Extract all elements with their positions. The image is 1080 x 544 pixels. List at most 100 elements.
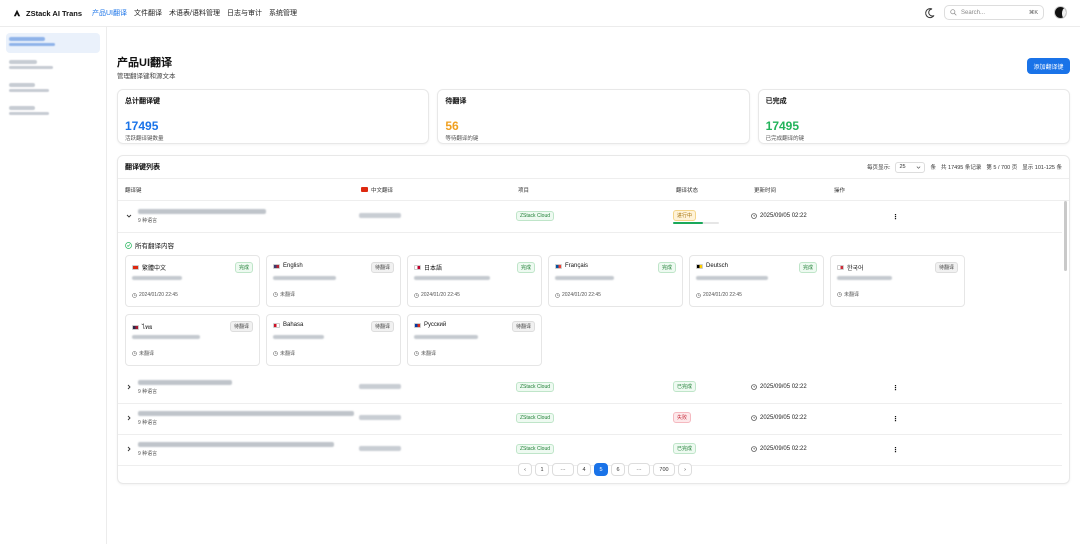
translation-meta: 未翻译 [280,351,296,357]
clock-icon [751,384,757,390]
sidebar-item-3[interactable] [6,79,100,99]
page-button[interactable]: 4 [577,463,591,476]
status-badge: 进行中 [673,210,697,221]
stat-desc: 已完成翻译的键 [765,136,805,142]
key-name [138,442,334,447]
flag-icon [273,322,280,328]
clock-icon [273,351,278,356]
more-actions-icon[interactable]: ⋮ [892,384,899,392]
translation-card[interactable]: Deutsch 完成 2024/01/20 22:45 [689,255,824,307]
per-page-select[interactable]: 25 [895,161,926,173]
language-name: Русский [424,322,447,328]
stat-card-pending: 待翻译 56 等待翻译的键 [437,89,750,144]
translation-text [696,276,768,280]
updated-time: 2025/09/05 02:22 [760,446,807,452]
chinese-text [359,384,401,389]
page-button[interactable]: 5 [594,463,608,476]
stat-card-done: 已完成 17495 已完成翻译的键 [757,89,1070,144]
nav-logs-audit[interactable]: 日志与审计 [227,8,262,18]
top-bar: ZStack AI Trans 产品UI翻译 文件翻译 术语表/语料管理 日志与… [0,0,1080,27]
search-shortcut: ⌘K [1028,9,1038,16]
nav-file-translation[interactable]: 文件翻译 [134,8,162,18]
table-row[interactable]: 9 种语言 ZStack Cloud 失败 2025/09/05 02:22 ⋮ [118,404,1062,435]
page-ellipsis: ··· [552,463,574,476]
translation-meta: 2024/01/20 22:45 [562,292,601,298]
brand[interactable]: ZStack AI Trans [13,9,82,18]
table-row[interactable]: 9 种语言 ZStack Cloud 已完成 2025/09/05 02:22 … [118,435,1062,466]
total-count: 共 17495 条记录 [941,165,982,171]
avatar[interactable] [1054,6,1067,19]
project-tag: ZStack Cloud [516,211,555,221]
table-row[interactable]: 9 种语言 ZStack Cloud 进行中 2025/09/05 02:22 … [118,202,1062,233]
search-input[interactable]: Search... ⌘K [944,5,1044,20]
language-name: English [283,263,303,269]
translation-card[interactable]: 日本語 完成 2024/01/20 22:45 [407,255,542,307]
prev-page-button[interactable]: ‹ [518,463,532,476]
clock-icon [751,446,757,452]
clock-icon [837,292,842,297]
chevron-right-icon[interactable] [126,415,132,421]
chevron-down-icon [917,165,921,169]
translation-card[interactable]: ไทย 待翻译 未翻译 [125,314,260,366]
table-row[interactable]: 9 种语言 ZStack Cloud 已完成 2025/09/05 02:22 … [118,373,1062,404]
more-actions-icon[interactable]: ⋮ [892,213,899,221]
page-button[interactable]: 1 [535,463,549,476]
key-name [138,380,232,385]
more-actions-icon[interactable]: ⋮ [892,446,899,454]
nav-system[interactable]: 系统管理 [269,8,297,18]
flag-icon [273,263,280,269]
translation-card[interactable]: 繁體中文 完成 2024/01/20 22:45 [125,255,260,307]
nav-glossary[interactable]: 术语表/语料管理 [169,8,220,18]
page-subtitle: 管理翻译键和源文本 [117,73,176,80]
clock-icon [555,292,560,298]
translation-text [414,335,478,339]
translation-status-badge: 完成 [798,262,817,273]
translation-status-badge: 待翻译 [229,321,253,332]
flag-icon [837,265,844,270]
stat-title: 已完成 [765,98,787,105]
translation-card[interactable]: Русский 待翻译 未翻译 [407,314,542,366]
clock-icon [273,292,278,297]
language-name: ไทย [142,325,153,331]
logo-icon [13,9,21,17]
per-page-unit: 条 [930,165,936,171]
translation-card[interactable]: Français 完成 2024/01/20 22:45 [548,255,683,307]
translation-text [837,276,892,280]
chinese-text [359,415,401,420]
status-badge: 已完成 [673,381,697,392]
page-button[interactable]: 6 [611,463,625,476]
translation-meta: 2024/01/20 22:45 [703,292,742,298]
moon-icon[interactable] [924,7,936,19]
pagination-info: 每页显示: 25 条 共 17495 条记录 第 5 / 700 页 显示 10… [862,161,1062,173]
clock-icon [414,292,419,298]
scrollbar[interactable] [1064,201,1067,271]
flag-icon [555,263,562,269]
clock-icon [132,292,137,298]
flag-icon [132,324,139,330]
translation-card[interactable]: Bahasa 待翻译 未翻译 [266,314,401,366]
translation-card[interactable]: English 待翻译 未翻译 [266,255,401,307]
lang-count: 9 种语言 [138,420,158,426]
chevron-right-icon[interactable] [126,384,132,390]
sidebar-item-4[interactable] [6,102,100,122]
translation-card[interactable]: 한국어 待翻译 未翻译 [830,255,965,307]
more-actions-icon[interactable]: ⋮ [892,415,899,423]
next-page-button[interactable]: › [678,463,692,476]
translation-meta: 2024/01/20 22:45 [421,292,460,298]
stat-desc: 活跃翻译键数量 [125,136,164,142]
project-tag: ZStack Cloud [516,382,555,392]
chevron-right-icon[interactable] [126,446,132,452]
page-ellipsis: ··· [628,463,650,476]
sidebar-item-1[interactable] [6,33,100,53]
nav-ui-translation[interactable]: 产品UI翻译 [92,8,127,18]
chevron-down-icon[interactable] [126,213,132,219]
translation-meta: 未翻译 [280,292,296,298]
add-key-button[interactable]: 添加翻译键 [1027,58,1070,74]
sidebar-item-2[interactable] [6,56,100,76]
main-nav: 产品UI翻译 文件翻译 术语表/语料管理 日志与审计 系统管理 [92,8,304,18]
translation-status-badge: 待翻译 [511,321,535,332]
translation-text [132,276,182,280]
language-name: 한국어 [847,266,864,272]
stat-value: 56 [445,119,459,133]
page-button[interactable]: 700 [653,463,675,476]
